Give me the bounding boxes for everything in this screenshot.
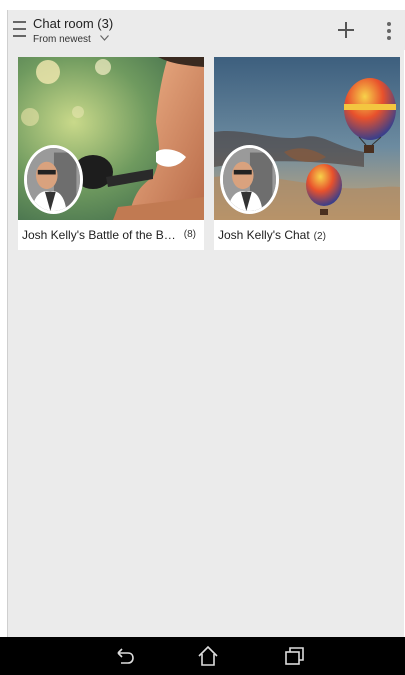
chat-room-name: Josh Kelly's Battle of the B… bbox=[22, 228, 176, 242]
action-bar: Chat room (3) From newest bbox=[8, 10, 405, 50]
sort-label-row: From newest bbox=[33, 32, 113, 46]
plus-icon[interactable] bbox=[335, 19, 357, 41]
app-screen: Chat room (3) From newest Josh Kelly's B… bbox=[7, 10, 405, 675]
chevron-down-icon bbox=[99, 32, 109, 45]
home-icon[interactable] bbox=[196, 645, 220, 667]
card-label: Josh Kelly's Chat (2) bbox=[218, 220, 396, 250]
message-count: (8) bbox=[183, 229, 196, 240]
recent-apps-icon[interactable] bbox=[282, 645, 306, 667]
back-icon[interactable] bbox=[112, 645, 136, 667]
chat-room-name: Josh Kelly's Chat bbox=[218, 228, 310, 242]
avatar bbox=[24, 145, 83, 214]
sort-selector[interactable]: Chat room (3) From newest bbox=[33, 16, 113, 46]
avatar bbox=[220, 145, 279, 214]
navigation-bar bbox=[0, 637, 405, 675]
message-count: (2) bbox=[313, 231, 326, 242]
more-vert-icon[interactable] bbox=[379, 20, 399, 42]
chat-room-card[interactable]: Josh Kelly's Chat (2) bbox=[214, 57, 400, 250]
hamburger-icon[interactable] bbox=[13, 21, 26, 39]
page-title: Chat room (3) bbox=[33, 16, 114, 31]
sort-label: From newest bbox=[33, 34, 91, 45]
chat-room-card[interactable]: Josh Kelly's Battle of the B… (8) bbox=[18, 57, 204, 250]
card-label: Josh Kelly's Battle of the B… (8) bbox=[22, 220, 200, 250]
